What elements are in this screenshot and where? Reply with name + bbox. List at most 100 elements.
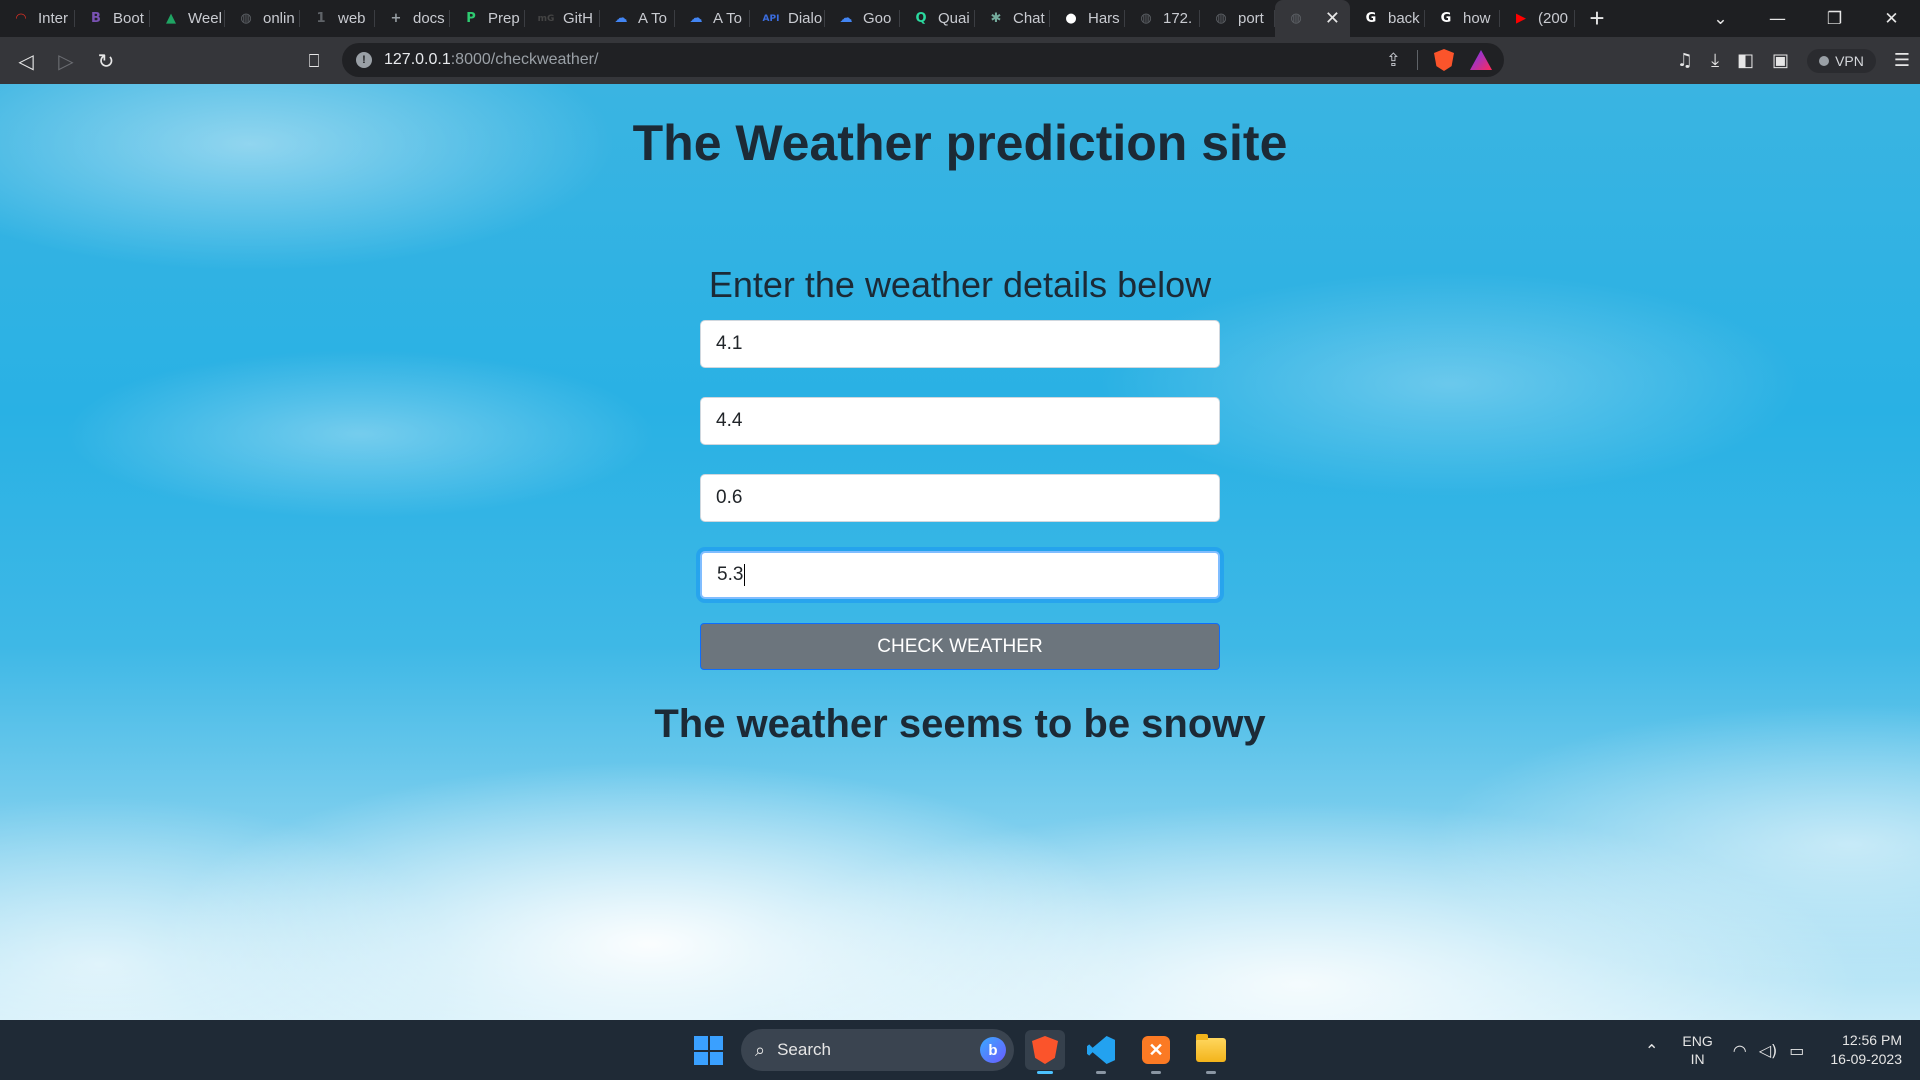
file-explorer-taskbar-app[interactable] bbox=[1191, 1030, 1231, 1074]
browser-tab[interactable]: ▶ (200 bbox=[1500, 0, 1575, 37]
browser-tab[interactable]: ● Hars bbox=[1050, 0, 1125, 37]
back-button[interactable]: ◁ bbox=[6, 41, 46, 81]
browser-tab[interactable]: ☁ A To bbox=[675, 0, 750, 37]
download-icon[interactable]: ⤓ bbox=[1711, 50, 1719, 71]
forward-button[interactable]: ▷ bbox=[46, 41, 86, 81]
taskbar-search-label: Search bbox=[777, 1040, 831, 1059]
language-indicator[interactable]: ENG IN bbox=[1682, 1032, 1712, 1068]
vpn-status-icon bbox=[1819, 55, 1830, 66]
browser-tab[interactable]: B Boot bbox=[75, 0, 150, 37]
browser-tab[interactable]: Ghow bbox=[1425, 0, 1500, 37]
prediction-result: The weather seems to be snowy bbox=[654, 702, 1266, 746]
browser-tab[interactable]: ☁ A To bbox=[600, 0, 675, 37]
windows-start-icon[interactable] bbox=[694, 1036, 723, 1065]
form-heading: Enter the weather details below bbox=[708, 264, 1212, 305]
menu-icon[interactable]: ☰ bbox=[1894, 50, 1910, 71]
clock-time: 12:56 PM bbox=[1842, 1032, 1902, 1048]
restore-button[interactable]: ❐ bbox=[1806, 9, 1863, 29]
globe-icon: ◍ bbox=[240, 11, 252, 26]
clock[interactable]: 12:56 PM 16-09-2023 bbox=[1830, 1031, 1902, 1069]
tab-title: Inter bbox=[38, 10, 69, 27]
sidebar-icon[interactable]: ◧ bbox=[1737, 50, 1754, 71]
tab-title: Weel bbox=[188, 10, 222, 27]
browser-tab[interactable]: P Prep bbox=[450, 0, 525, 37]
browser-tab[interactable]: ▲ Weel bbox=[150, 0, 225, 37]
browser-tab[interactable]: API Dialo bbox=[750, 0, 825, 37]
globe-icon: ◍ bbox=[1290, 11, 1302, 26]
bookmark-icon[interactable]: ⎕ bbox=[294, 41, 334, 81]
tab-title: (200 bbox=[1538, 10, 1569, 27]
url-text[interactable]: 127.0.0.1:8000/checkweather/ bbox=[384, 51, 598, 69]
xampp-taskbar-app[interactable]: ✕ bbox=[1136, 1030, 1176, 1074]
chatgpt-icon: ✱ bbox=[990, 11, 1002, 26]
google-drive-icon: ▲ bbox=[166, 11, 176, 26]
brave-rewards-icon[interactable] bbox=[1470, 50, 1492, 70]
wifi-icon: ◠ bbox=[1732, 1040, 1747, 1060]
tab-title: 172. bbox=[1163, 10, 1193, 27]
browser-tab[interactable]: ◠ Inter bbox=[0, 0, 75, 37]
google-icon: G bbox=[1365, 11, 1377, 26]
brave-taskbar-app[interactable] bbox=[1025, 1030, 1065, 1074]
browser-tab[interactable]: + docs bbox=[375, 0, 450, 37]
globe-icon: ◍ bbox=[1140, 11, 1152, 26]
vscode-taskbar-app[interactable] bbox=[1081, 1030, 1121, 1074]
browser-tab[interactable]: mG GitH bbox=[525, 0, 600, 37]
tab-title: Prep bbox=[488, 10, 520, 27]
wallet-icon[interactable]: ▣ bbox=[1772, 50, 1789, 71]
quarkus-icon: Q bbox=[915, 11, 927, 26]
tab-list: ◠ Inter B Boot ▲ Weel ◍ onlin 1 web + docs P Prep mG Gi… bbox=[0, 0, 1575, 37]
chevron-up-icon[interactable]: ⌃ bbox=[1645, 1041, 1658, 1060]
browser-tab[interactable]: ✱ Chat bbox=[975, 0, 1050, 37]
gcloud-icon: ☁ bbox=[839, 11, 853, 26]
browser-tab[interactable]: Gback bbox=[1350, 0, 1425, 37]
system-tray: ⌃ ENG IN ◠ ◁) ▭ 12:56 PM 16-09-2023 bbox=[1645, 1020, 1920, 1080]
media-icon[interactable]: ♫ bbox=[1677, 50, 1693, 71]
tab-search-chevron-icon[interactable]: ⌄ bbox=[1692, 9, 1749, 29]
new-tab-button[interactable]: + bbox=[1577, 0, 1617, 37]
share-icon[interactable]: ⇪ bbox=[1386, 50, 1401, 71]
prep-icon: P bbox=[466, 11, 476, 26]
vscode-icon bbox=[1087, 1036, 1115, 1064]
close-window-button[interactable]: ✕ bbox=[1863, 9, 1920, 29]
taskbar-search[interactable]: ⌕ Search b bbox=[741, 1029, 1014, 1071]
minimize-button[interactable]: — bbox=[1749, 9, 1806, 29]
tab-title: A To bbox=[638, 10, 667, 27]
browser-tab[interactable]: ◍ ✕ bbox=[1275, 0, 1350, 37]
tab-title: Boot bbox=[113, 10, 144, 27]
running-indicator bbox=[1037, 1071, 1053, 1074]
browser-tab[interactable]: ◍ port bbox=[1200, 0, 1275, 37]
browser-tab[interactable]: ◍ 172. bbox=[1125, 0, 1200, 37]
running-indicator bbox=[1096, 1071, 1106, 1074]
weather-input-1[interactable] bbox=[700, 320, 1220, 368]
address-bar-actions: ⇪ bbox=[1386, 43, 1492, 77]
close-tab-icon[interactable]: ✕ bbox=[1325, 8, 1340, 29]
vpn-button[interactable]: VPN bbox=[1807, 48, 1876, 73]
brave-shields-icon[interactable] bbox=[1434, 49, 1454, 71]
check-weather-button[interactable]: CHECK WEATHER bbox=[700, 623, 1220, 670]
browser-tab[interactable]: Q Quai bbox=[900, 0, 975, 37]
weather-input-4-value: 5.3 bbox=[717, 564, 744, 585]
weather-input-3[interactable] bbox=[700, 474, 1220, 522]
reload-button[interactable]: ↻ bbox=[86, 41, 126, 81]
globe-icon: ◍ bbox=[1215, 11, 1227, 26]
clock-date: 16-09-2023 bbox=[1830, 1051, 1902, 1067]
tab-title: Quai bbox=[938, 10, 970, 27]
weather-input-4[interactable]: 5.3 bbox=[700, 551, 1220, 599]
url-path: :8000/checkweather/ bbox=[450, 51, 599, 68]
weather-input-2[interactable] bbox=[700, 397, 1220, 445]
url-host: 127.0.0.1 bbox=[384, 51, 451, 68]
tab-title: GitH bbox=[563, 10, 593, 27]
xampp-icon: ✕ bbox=[1142, 1036, 1170, 1064]
text-caret bbox=[744, 564, 746, 586]
bing-icon[interactable]: b bbox=[980, 1037, 1006, 1063]
site-info-icon[interactable]: ! bbox=[356, 52, 372, 68]
tab-title: Hars bbox=[1088, 10, 1120, 27]
browser-tab[interactable]: ☁ Goo bbox=[825, 0, 900, 37]
address-bar[interactable]: ! 127.0.0.1:8000/checkweather/ ⇪ bbox=[342, 43, 1504, 77]
gcloud-icon: ☁ bbox=[689, 11, 703, 26]
browser-tab[interactable]: ◍ onlin bbox=[225, 0, 300, 37]
browser-tab[interactable]: 1 web bbox=[300, 0, 375, 37]
docs-icon: + bbox=[390, 11, 402, 26]
running-indicator bbox=[1206, 1071, 1216, 1074]
tray-icons[interactable]: ◠ ◁) ▭ bbox=[1733, 1041, 1805, 1060]
